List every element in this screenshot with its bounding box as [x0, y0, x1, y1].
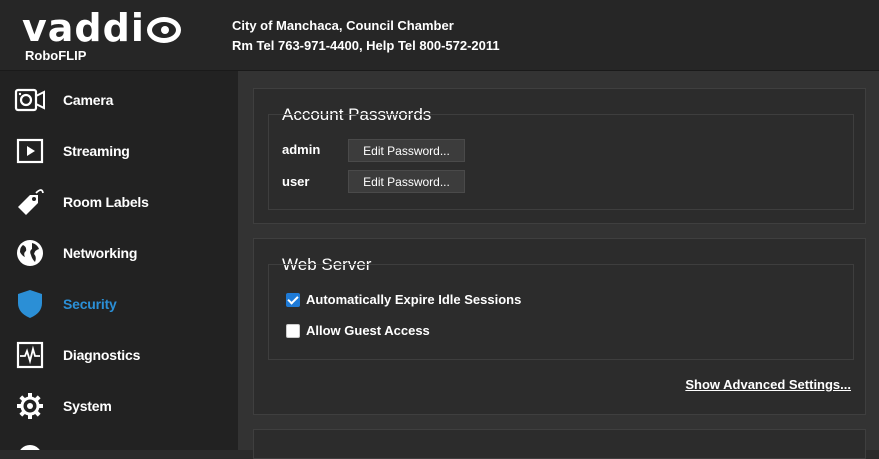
header: vaddi RoboFLIP City of Manchaca, Council…: [0, 0, 879, 71]
admin-label: admin: [282, 142, 321, 157]
play-icon: [14, 136, 46, 166]
user-label: user: [282, 174, 310, 189]
expire-sessions-label: Automatically Expire Idle Sessions: [306, 292, 522, 307]
site-name: City of Manchaca, Council Chamber: [232, 18, 454, 33]
pulse-icon: [14, 340, 46, 370]
sidebar-item-streaming[interactable]: Streaming: [0, 126, 238, 176]
partial-icon: [14, 442, 46, 450]
shield-icon: [14, 289, 46, 319]
vaddio-logo: vaddi: [22, 6, 181, 50]
camera-icon: [14, 85, 46, 115]
show-advanced-settings-link[interactable]: Show Advanced Settings...: [685, 377, 851, 392]
guest-access-label: Allow Guest Access: [306, 323, 430, 338]
sidebar-item-security[interactable]: Security: [0, 279, 238, 329]
sidebar-item-diagnostics[interactable]: Diagnostics: [0, 330, 238, 380]
sidebar-item-label: Streaming: [63, 143, 130, 159]
sidebar-item-system[interactable]: System: [0, 381, 238, 431]
main-content: Account Passwords admin Edit Password...…: [238, 71, 879, 459]
sidebar-item-networking[interactable]: Networking: [0, 228, 238, 278]
sidebar-item-label: Room Labels: [63, 194, 149, 210]
web-server-fieldset: [268, 264, 854, 360]
sidebar-item-room-labels[interactable]: Room Labels: [0, 177, 238, 227]
sidebar-item-label: Networking: [63, 245, 138, 261]
product-name: RoboFLIP: [25, 48, 87, 63]
guest-access-checkbox[interactable]: [286, 324, 300, 338]
edit-user-password-button[interactable]: Edit Password...: [348, 170, 465, 193]
web-server-panel: Web Server Automatically Expire Idle Ses…: [253, 238, 866, 415]
account-passwords-fieldset: [268, 114, 854, 210]
site-phones: Rm Tel 763-971-4400, Help Tel 800-572-20…: [232, 38, 500, 53]
sidebar-item-partial[interactable]: [0, 432, 238, 450]
sidebar-item-camera[interactable]: Camera: [0, 75, 238, 125]
expire-sessions-checkbox[interactable]: [286, 293, 300, 307]
edit-admin-password-button[interactable]: Edit Password...: [348, 139, 465, 162]
sidebar: Camera Streaming Room Labels Networking …: [0, 71, 238, 450]
gear-icon: [14, 391, 46, 421]
tag-icon: [14, 187, 46, 217]
sidebar-item-label: Diagnostics: [63, 347, 141, 363]
sidebar-item-label: System: [63, 398, 112, 414]
account-passwords-panel: Account Passwords admin Edit Password...…: [253, 88, 866, 224]
globe-icon: [14, 238, 46, 268]
sidebar-item-label: Camera: [63, 92, 114, 108]
next-panel-partial: [253, 429, 866, 459]
sidebar-item-label: Security: [63, 296, 117, 312]
